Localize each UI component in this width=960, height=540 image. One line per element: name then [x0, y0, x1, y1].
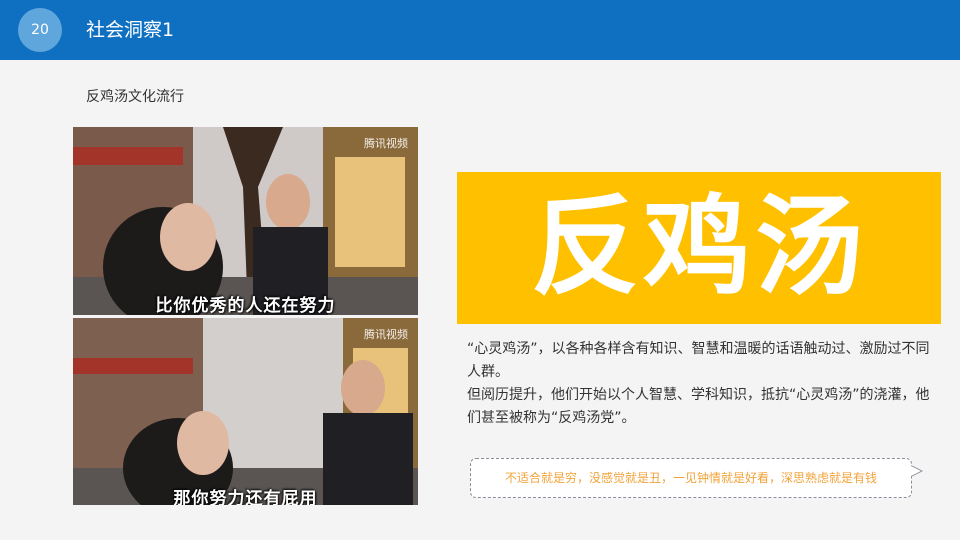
- body-paragraph-1: “心灵鸡汤”，以各种各样含有知识、智慧和温暖的话语触动过、激励过不同人群。: [467, 341, 930, 380]
- photo-scene-2: [73, 318, 418, 505]
- photo-caption: 那你努力还有屁用: [173, 489, 318, 505]
- body-paragraph-2: 但阅历提升，他们开始以个人智慧、学科知识，抵抗“心灵鸡汤”的浇灌，他们甚至被称为…: [467, 387, 930, 426]
- quote-text: 不适合就是穷，没感觉就是丑，一见钟情就是好看，深思熟虑就是有钱: [504, 471, 877, 485]
- body-text: “心灵鸡汤”，以各种各样含有知识、智慧和温暖的话语触动过、激励过不同人群。 但阅…: [467, 338, 937, 430]
- page-number-badge: 20: [18, 8, 62, 52]
- quote-bubble: 不适合就是穷，没感觉就是丑，一见钟情就是好看，深思熟虑就是有钱: [470, 458, 923, 498]
- photo-street-interview-1: 腾讯视频 比你优秀的人还在努力: [73, 127, 418, 315]
- slide-title: 社会洞察1: [86, 19, 175, 41]
- video-watermark: 腾讯视频: [364, 137, 408, 150]
- header-bar: 20 社会洞察1: [0, 0, 960, 60]
- bubble-tail-inner: [911, 466, 921, 476]
- anti-chicken-soup-banner: 反鸡汤: [457, 172, 941, 324]
- photo-street-interview-2: 腾讯视频 那你努力还有屁用: [73, 318, 418, 505]
- photo-caption: 比你优秀的人还在努力: [155, 296, 336, 315]
- photo-scene-1: [73, 127, 418, 315]
- banner-title: 反鸡汤: [530, 185, 867, 310]
- section-subtitle: 反鸡汤文化流行: [86, 89, 184, 105]
- video-watermark: 腾讯视频: [364, 328, 408, 341]
